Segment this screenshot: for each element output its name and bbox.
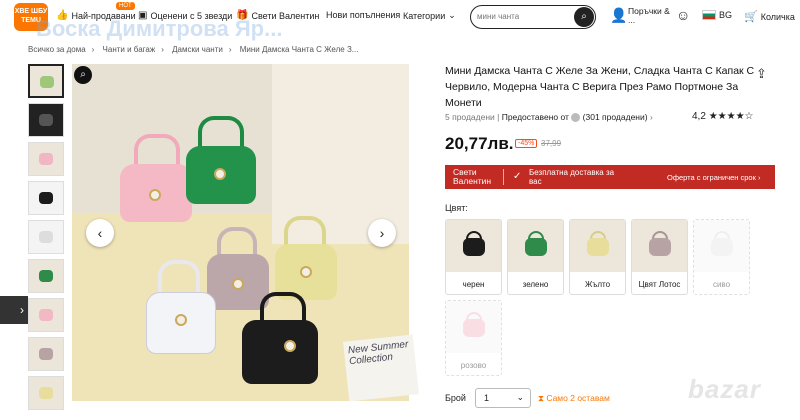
color-option-gray[interactable]: сиво [693, 219, 750, 295]
search-input[interactable]: мини чанта ⌕ [470, 5, 596, 29]
breadcrumb-item[interactable]: Дамски чанти [172, 45, 223, 54]
thumbnail[interactable] [28, 103, 64, 137]
pearl-clasp [300, 266, 312, 278]
bazar-watermark: bazar [688, 374, 761, 404]
thumbnail[interactable] [28, 259, 64, 293]
color-option-yellow[interactable]: Жълто [569, 219, 626, 295]
breadcrumb-item[interactable]: Мини Дамска Чанта С Желе З... [240, 45, 359, 54]
black-bag [242, 320, 318, 384]
nav-categories[interactable]: Категории ⌄ [403, 10, 456, 21]
thumbnail[interactable] [28, 298, 64, 332]
seller-avatar[interactable] [571, 113, 581, 123]
next-image-button[interactable]: › [368, 219, 396, 247]
check-icon: ✓ [513, 171, 522, 182]
limited-offer-label: Оферта с ограничен срок › [667, 173, 761, 182]
color-option-green[interactable]: зелено [507, 219, 564, 295]
old-price: 37,99 [541, 139, 562, 148]
logo-line-1: ХВЕ ШБУ [14, 8, 48, 15]
pearl-clasp [232, 278, 244, 290]
hourglass-icon: ⧗ [538, 393, 544, 403]
thumbnail[interactable] [28, 181, 64, 215]
prev-image-button[interactable]: ‹ [86, 219, 114, 247]
color-option-pink[interactable]: розово [445, 300, 502, 376]
thumbnail[interactable] [28, 337, 64, 371]
breadcrumb: Всичко за дома › Чанти и багаж › Дамски ча… [28, 45, 359, 54]
book-prop: New Summer Collection [343, 334, 419, 402]
free-shipping-label: Безплатна доставка за вас [529, 168, 615, 186]
sold-count: 5 продадени [445, 112, 495, 122]
share-icon[interactable]: ⇪ [756, 66, 767, 82]
product-meta: 5 продадени | Предоставено от (301 прода… [445, 112, 653, 123]
support-icon[interactable]: ☺ [676, 7, 690, 23]
side-panel-toggle[interactable]: › [0, 296, 28, 324]
pearl-clasp [149, 189, 161, 201]
chevron-down-icon: ⌄ [448, 10, 456, 20]
provided-by-label: Предоставено от [501, 112, 569, 122]
thumbnail[interactable] [28, 376, 64, 410]
chevron-down-icon: ⌄ [516, 392, 524, 402]
stock-warning: ⧗ Само 2 оставам [538, 393, 610, 403]
cart-button[interactable]: 🛒 Количка [744, 10, 795, 23]
color-option-lotus[interactable]: Цвят Лотос [631, 219, 688, 295]
discount-badge: -45% [515, 139, 538, 148]
nav-new-arrivals[interactable]: Нови попълнения [326, 10, 400, 20]
account-icon[interactable]: 👤 [610, 7, 627, 24]
thumbnail-list [28, 64, 64, 415]
flag-icon [702, 10, 716, 20]
quantity-label: Брой [445, 393, 466, 403]
name-watermark: Воска Димитрова Яр... [36, 16, 283, 41]
seller-sold[interactable]: (301 продадени) [583, 112, 648, 122]
search-text: мини чанта [477, 12, 520, 21]
color-option-black[interactable]: черен [445, 219, 502, 295]
pearl-clasp [214, 168, 226, 180]
quantity-select[interactable]: 1 ⌄ [475, 388, 531, 408]
orders-link[interactable]: Поръчки & ... [628, 7, 672, 25]
thumbnail[interactable] [28, 220, 64, 254]
price: 20,77лв. [445, 134, 514, 153]
cart-icon: 🛒 [744, 11, 758, 23]
color-label: Цвят: [445, 203, 468, 213]
search-icon[interactable]: ⌕ [574, 7, 594, 27]
promo-banner[interactable]: Свети Валентин ✓ Безплатна доставка за в… [445, 165, 775, 189]
rating-value: 4,2 [692, 111, 706, 122]
hot-badge: HOT [116, 2, 135, 10]
thumbnail[interactable] [28, 142, 64, 176]
product-title: Мини Дамска Чанта С Желе За Жени, Сладка… [445, 65, 755, 109]
valentine-label: Свети Валентин [453, 167, 492, 186]
breadcrumb-item[interactable]: Чанти и багаж [103, 45, 156, 54]
rating[interactable]: 4,2 ★★★★☆ [692, 111, 754, 122]
language-selector[interactable]: BG [702, 10, 732, 20]
pearl-clasp [284, 340, 296, 352]
thumbnail[interactable] [28, 64, 64, 98]
zoom-icon[interactable]: ⌕ [74, 66, 92, 84]
breadcrumb-item[interactable]: Всичко за дома [28, 45, 86, 54]
top-header: ХВЕ ШБУ TEMU HOT 👍 Най-продавани ▣ Оценени… [0, 0, 800, 41]
stars-icon: ★★★★☆ [708, 111, 754, 122]
pearl-clasp [175, 314, 187, 326]
